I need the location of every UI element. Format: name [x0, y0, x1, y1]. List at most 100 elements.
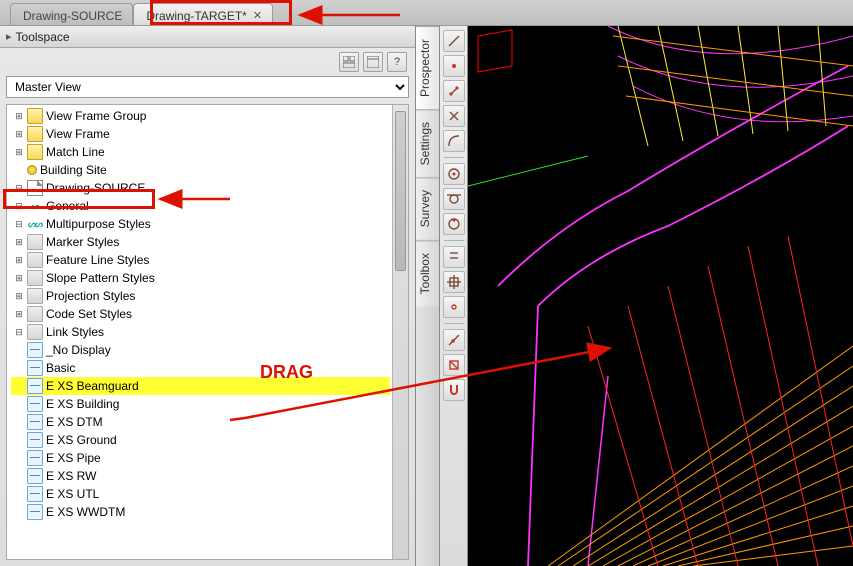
- tool-magnet-icon[interactable]: [443, 379, 465, 401]
- styles-icon: ᔕᔕ: [27, 216, 43, 232]
- tree-item-view-frame-group[interactable]: ⊞View Frame Group: [11, 107, 390, 125]
- tree-item-projection-styles[interactable]: ⊞Projection Styles: [11, 287, 390, 305]
- link-style-icon: [27, 414, 43, 430]
- link-style-icon: [27, 486, 43, 502]
- close-icon[interactable]: ✕: [253, 9, 262, 22]
- tree-item-feature-line-styles[interactable]: ⊞Feature Line Styles: [11, 251, 390, 269]
- toolspace-title-label: Toolspace: [16, 30, 70, 44]
- side-tab-survey[interactable]: Survey: [416, 177, 439, 239]
- tool-parallel-icon[interactable]: [443, 246, 465, 268]
- layout-icon[interactable]: [339, 52, 359, 72]
- tree-scrollbar[interactable]: [392, 105, 408, 559]
- link-style-icon: [27, 468, 43, 484]
- toolspace-panel: ▸ Toolspace ? Master View ⊞View Frame Gr…: [0, 26, 416, 566]
- folder-icon: [27, 324, 43, 340]
- tree-label: Multipurpose Styles: [46, 217, 151, 231]
- tree-label: E XS WWDTM: [46, 505, 125, 519]
- tree-item-link-e-xs-building[interactable]: E XS Building: [11, 395, 390, 413]
- tree-item-link-styles[interactable]: ⊟Link Styles: [11, 323, 390, 341]
- tab-label: Drawing-TARGET*: [146, 9, 246, 23]
- folder-icon: [27, 306, 43, 322]
- folder-icon: [27, 270, 43, 286]
- tree-label: General: [46, 199, 89, 213]
- side-tab-toolbox[interactable]: Toolbox: [416, 240, 439, 306]
- tool-line-icon[interactable]: [443, 30, 465, 52]
- link-style-icon: [27, 432, 43, 448]
- tool-palette: [440, 26, 468, 566]
- tree-label: Drawing-SOURCE: [46, 181, 145, 195]
- tool-insert-icon[interactable]: [443, 271, 465, 293]
- tree-item-link-e-xs-pipe[interactable]: E XS Pipe: [11, 449, 390, 467]
- link-style-icon: [27, 396, 43, 412]
- folder-icon: [27, 144, 43, 160]
- folder-icon: [27, 108, 43, 124]
- tree-item-link-e-xs-ground[interactable]: E XS Ground: [11, 431, 390, 449]
- prospector-tree[interactable]: ⊞View Frame Group ⊞View Frame ⊞Match Lin…: [6, 104, 409, 560]
- tree-label: E XS Pipe: [46, 451, 101, 465]
- tool-quad-icon[interactable]: [443, 213, 465, 235]
- tree-item-general[interactable]: ⊟ᔕGeneral: [11, 197, 390, 215]
- tree-label: E XS DTM: [46, 415, 103, 429]
- tree-label: Link Styles: [46, 325, 104, 339]
- tree-item-view-frame[interactable]: ⊞View Frame: [11, 125, 390, 143]
- tree-label: E XS Building: [46, 397, 119, 411]
- tree-item-drawing-source[interactable]: ⊟Drawing-SOURCE: [11, 179, 390, 197]
- tree-label: Slope Pattern Styles: [46, 271, 155, 285]
- side-tab-settings[interactable]: Settings: [416, 109, 439, 177]
- tree-item-link-e-xs-dtm[interactable]: E XS DTM: [11, 413, 390, 431]
- tool-point-icon[interactable]: [443, 55, 465, 77]
- tree-label: Feature Line Styles: [46, 253, 149, 267]
- folder-icon: [27, 126, 43, 142]
- tool-none-icon[interactable]: [443, 354, 465, 376]
- side-tab-prospector[interactable]: Prospector: [416, 26, 439, 109]
- view-selector-select[interactable]: Master View: [6, 76, 409, 98]
- tree-label: View Frame: [46, 127, 110, 141]
- tree-label: Basic: [46, 361, 75, 375]
- tree-label: View Frame Group: [46, 109, 146, 123]
- folder-icon: [27, 234, 43, 250]
- tree-item-multipurpose-styles[interactable]: ⊟ᔕᔕMultipurpose Styles: [11, 215, 390, 233]
- tool-2point-icon[interactable]: [443, 80, 465, 102]
- tree-item-code-set-styles[interactable]: ⊞Code Set Styles: [11, 305, 390, 323]
- tree-label: E XS RW: [46, 469, 96, 483]
- site-icon: [27, 165, 37, 175]
- tree-item-link-e-xs-beamguard[interactable]: E XS Beamguard: [11, 377, 390, 395]
- tool-center-icon[interactable]: [443, 163, 465, 185]
- link-style-icon: [27, 504, 43, 520]
- tree-label: E XS Beamguard: [46, 379, 139, 393]
- view-selector[interactable]: Master View: [6, 76, 409, 100]
- tree-label: Building Site: [40, 163, 107, 177]
- tree-item-link-e-xs-wwdtm[interactable]: E XS WWDTM: [11, 503, 390, 521]
- tool-node-icon[interactable]: [443, 296, 465, 318]
- pin-icon[interactable]: ▸: [6, 30, 12, 43]
- toolspace-titlebar: ▸ Toolspace: [0, 26, 415, 48]
- palette-side-tabs: Prospector Settings Survey Toolbox: [416, 26, 440, 566]
- tree-label: _No Display: [46, 343, 111, 357]
- tree-label: Match Line: [46, 145, 105, 159]
- tool-near-icon[interactable]: [443, 329, 465, 351]
- scrollbar-thumb[interactable]: [395, 111, 406, 271]
- tree-item-link-e-xs-rw[interactable]: E XS RW: [11, 467, 390, 485]
- tree-item-link-e-xs-utl[interactable]: E XS UTL: [11, 485, 390, 503]
- tree-label: E XS UTL: [46, 487, 99, 501]
- tree-item-marker-styles[interactable]: ⊞Marker Styles: [11, 233, 390, 251]
- tool-curve-icon[interactable]: [443, 130, 465, 152]
- panel-icon[interactable]: [363, 52, 383, 72]
- link-style-icon: [27, 378, 43, 394]
- tab-drawing-source[interactable]: Drawing-SOURCE: [10, 3, 133, 25]
- main-area: ▸ Toolspace ? Master View ⊞View Frame Gr…: [0, 26, 853, 566]
- tool-tangent-icon[interactable]: [443, 188, 465, 210]
- tool-cross-icon[interactable]: [443, 105, 465, 127]
- drawing-canvas[interactable]: [468, 26, 853, 566]
- toolspace-mini-toolbar: ?: [0, 48, 415, 76]
- document-tab-strip: Drawing-SOURCE Drawing-TARGET* ✕: [0, 0, 853, 26]
- tree-item-match-line[interactable]: ⊞Match Line: [11, 143, 390, 161]
- help-icon[interactable]: ?: [387, 52, 407, 72]
- tab-label: Drawing-SOURCE: [23, 9, 122, 23]
- tab-drawing-target[interactable]: Drawing-TARGET* ✕: [133, 3, 273, 25]
- tree-item-building-site[interactable]: Building Site: [11, 161, 390, 179]
- folder-icon: [27, 252, 43, 268]
- tree-item-link-no-display[interactable]: _No Display: [11, 341, 390, 359]
- tree-item-slope-pattern-styles[interactable]: ⊞Slope Pattern Styles: [11, 269, 390, 287]
- tree-item-link-basic[interactable]: Basic: [11, 359, 390, 377]
